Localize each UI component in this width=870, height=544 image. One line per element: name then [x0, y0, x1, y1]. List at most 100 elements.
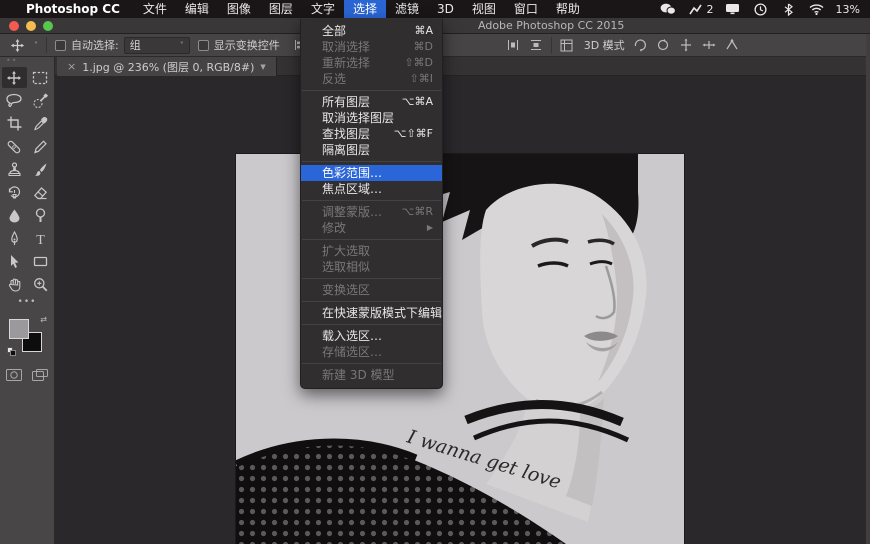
menu-item[interactable]: 全部⌘A — [301, 23, 442, 39]
auto-select-dropdown[interactable]: 组˅ — [124, 37, 190, 54]
type-tool[interactable]: T — [28, 228, 53, 249]
bluetooth-icon[interactable] — [780, 0, 798, 18]
hand-tool[interactable] — [2, 274, 27, 295]
wechat-icon[interactable] — [659, 0, 677, 18]
pen-tool[interactable] — [2, 228, 27, 249]
menubar-item-文件[interactable]: 文件 — [134, 0, 176, 18]
menu-item: 选取相似 — [301, 259, 442, 275]
clone-stamp-tool[interactable] — [2, 159, 27, 180]
pen-icon — [8, 231, 21, 246]
3d-orbit-icon[interactable] — [632, 37, 648, 53]
menu-separator — [302, 239, 441, 240]
menubar-item-帮助[interactable]: 帮助 — [547, 0, 589, 18]
screen-mode-button[interactable] — [32, 367, 48, 383]
menu-separator — [302, 90, 441, 91]
time-machine-icon[interactable] — [752, 0, 770, 18]
lasso-tool[interactable] — [2, 90, 27, 111]
menubar-item-选择[interactable]: 选择 — [344, 0, 386, 18]
distribute-v-icon[interactable] — [528, 37, 544, 53]
submenu-arrow-icon: ▶ — [427, 220, 433, 236]
menubar-item-3D[interactable]: 3D — [428, 0, 463, 18]
history-brush-tool[interactable] — [2, 182, 27, 203]
crop-icon — [7, 116, 22, 131]
default-colors-icon[interactable] — [7, 347, 17, 357]
distribute-h-icon[interactable] — [505, 37, 521, 53]
shape-tool[interactable] — [28, 251, 53, 272]
menu-item[interactable]: 焦点区域… — [301, 181, 442, 197]
menubar-item-视图[interactable]: 视图 — [463, 0, 505, 18]
display-icon[interactable] — [724, 0, 742, 18]
eyedropper-tool[interactable] — [28, 113, 53, 134]
menu-separator — [302, 363, 441, 364]
3d-zoom-icon[interactable] — [724, 37, 740, 53]
menu-item[interactable]: 载入选区… — [301, 328, 442, 344]
panel-grip[interactable]: •• — [0, 57, 54, 65]
marquee-tool[interactable] — [28, 67, 53, 88]
menubar-item-滤镜[interactable]: 滤镜 — [386, 0, 428, 18]
swap-colors-icon[interactable]: ⇄ — [40, 315, 47, 324]
path-select-icon — [9, 254, 20, 269]
menu-item: 新建 3D 模型 — [301, 367, 442, 383]
edit-toolbar-ellipsis[interactable]: ••• — [0, 297, 54, 307]
auto-select-checkbox[interactable] — [55, 40, 66, 51]
tool-preset-chevron-icon[interactable]: ˅ — [34, 41, 38, 50]
eraser-icon — [33, 186, 48, 200]
move-tool[interactable] — [2, 67, 27, 88]
menu-separator — [302, 200, 441, 201]
path-select-tool[interactable] — [2, 251, 27, 272]
healing-brush-tool[interactable] — [2, 136, 27, 157]
type-icon: T — [34, 232, 47, 246]
3d-roll-icon[interactable] — [655, 37, 671, 53]
dodge-icon — [34, 208, 47, 223]
pencil-tool[interactable] — [28, 136, 53, 157]
menubar: Photoshop CC 文件编辑图像图层文字选择滤镜3D视图窗口帮助 2 13… — [0, 0, 870, 18]
3d-pan-icon[interactable] — [678, 37, 694, 53]
minimize-window-button[interactable] — [26, 21, 36, 31]
blur-tool[interactable] — [2, 205, 27, 226]
menubar-item-图像[interactable]: 图像 — [218, 0, 260, 18]
quick-select-tool[interactable] — [28, 90, 53, 111]
dodge-tool[interactable] — [28, 205, 53, 226]
window-edge — [866, 34, 870, 544]
wifi-icon[interactable] — [808, 0, 826, 18]
menu-item[interactable]: 取消选择图层 — [301, 110, 442, 126]
crop-tool[interactable] — [2, 113, 27, 134]
menu-item: 扩大选取 — [301, 243, 442, 259]
show-transform-checkbox[interactable] — [198, 40, 209, 51]
align-panel-icon[interactable] — [559, 37, 575, 53]
3d-slide-icon[interactable] — [701, 37, 717, 53]
menu-item: 取消选择⌘D — [301, 39, 442, 55]
marquee-icon — [32, 71, 48, 85]
menu-item[interactable]: 色彩范围… — [301, 165, 442, 181]
zoom-icon — [33, 277, 48, 292]
document-tab[interactable]: × 1.jpg @ 236% (图层 0, RGB/8#) ▼ — [57, 57, 277, 76]
menubar-item-编辑[interactable]: 编辑 — [176, 0, 218, 18]
pencil-icon — [33, 139, 48, 154]
menubar-item-文字[interactable]: 文字 — [302, 0, 344, 18]
zoom-window-button[interactable] — [43, 21, 53, 31]
quick-mask-mode-button[interactable] — [6, 367, 22, 383]
menu-item[interactable]: 隔离图层 — [301, 142, 442, 158]
menubar-item-窗口[interactable]: 窗口 — [505, 0, 547, 18]
menu-item[interactable]: 查找图层⌥⇧⌘F — [301, 126, 442, 142]
menubar-item-图层[interactable]: 图层 — [260, 0, 302, 18]
auto-select-group: 自动选择: 组˅ — [55, 37, 190, 54]
menu-item[interactable]: 所有图层⌥⌘A — [301, 94, 442, 110]
battery-percent: 13% — [836, 3, 860, 16]
brush-tool[interactable] — [28, 159, 53, 180]
move-tool-preset-icon[interactable] — [8, 36, 26, 54]
foreground-color-swatch[interactable] — [9, 319, 29, 339]
zoom-tool[interactable] — [28, 274, 53, 295]
tab-close-icon[interactable]: × — [67, 60, 76, 73]
app-menu-title[interactable]: Photoshop CC — [26, 2, 120, 16]
divider — [46, 37, 47, 53]
auto-select-label: 自动选择: — [71, 37, 119, 53]
document-tabbar: × 1.jpg @ 236% (图层 0, RGB/8#) ▼ — [55, 57, 870, 76]
input-source-icon[interactable] — [687, 0, 705, 18]
eraser-tool[interactable] — [28, 182, 53, 203]
select-menu: 全部⌘A取消选择⌘D重新选择⇧⌘D反选⇧⌘I所有图层⌥⌘A取消选择图层查找图层⌥… — [300, 19, 443, 389]
input-source-count: 2 — [707, 3, 714, 16]
close-window-button[interactable] — [9, 21, 19, 31]
menu-item[interactable]: 在快速蒙版模式下编辑 — [301, 305, 442, 321]
history-brush-icon — [7, 185, 22, 200]
